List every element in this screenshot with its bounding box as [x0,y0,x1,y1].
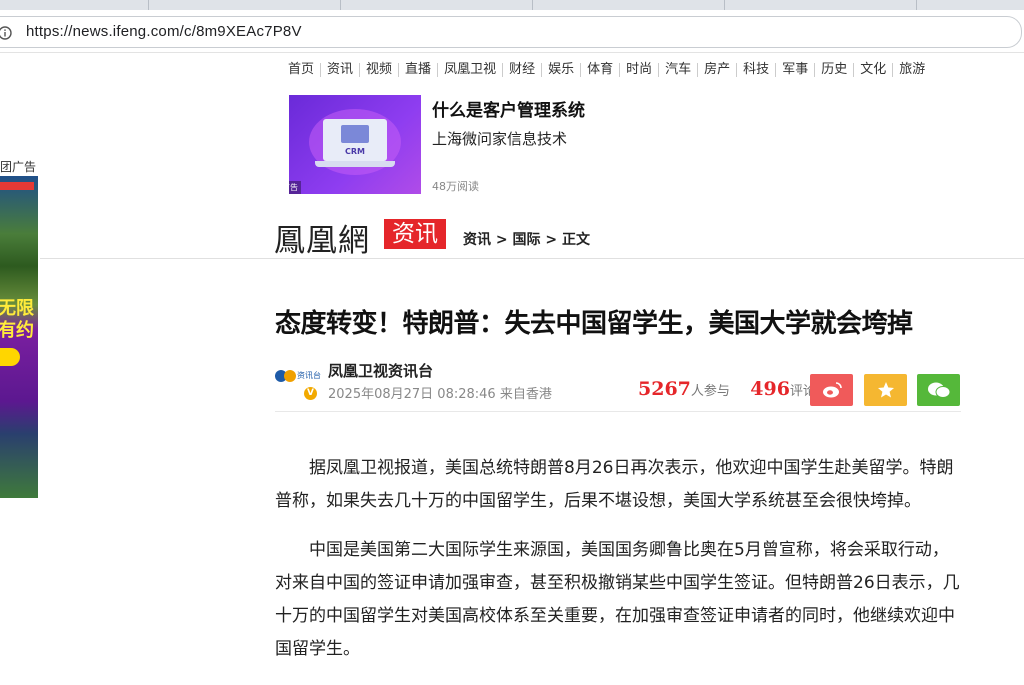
star-icon [877,382,894,398]
channel-logo[interactable]: 资讯 [384,219,446,249]
nav-item[interactable]: 首页 [284,63,320,77]
verified-icon: V [304,387,317,400]
nav-item[interactable]: 旅游 [892,63,931,77]
participant-count[interactable]: 5267 [638,378,691,400]
sponsored-thumbnail[interactable]: CRM 广告 [289,95,421,194]
article-body: 据凤凰卫视报道，美国总统特朗普8月26日再次表示，他欢迎中国学生赴美留学。特朗普… [275,452,963,682]
nav-item[interactable]: 科技 [736,63,775,77]
browser-tab-strip [0,0,1024,10]
meta-divider [275,411,961,412]
chart-icon [341,125,369,143]
address-bar: https://news.ifeng.com/c/8m9XEAc7P8V [0,10,1024,53]
ad-image[interactable]: 无限 有约 [0,176,38,498]
source-name[interactable]: 凤凰卫视资讯台 [328,360,433,381]
nav-item[interactable]: 时尚 [619,63,658,77]
nav-item[interactable]: 军事 [775,63,814,77]
nav-item[interactable]: 文化 [853,63,892,77]
thumb-label: CRM [345,147,365,156]
nav-item[interactable]: 房产 [697,63,736,77]
header-divider [40,258,1024,259]
paragraph: 中国是美国第二大国际学生来源国，美国国务卿鲁比奥在5月曾宣称，将会采取行动，对来… [275,540,960,659]
engagement-stats: 5267人参与 496评论 [638,378,816,400]
weibo-icon [822,382,842,398]
source-logo[interactable]: 资讯台 [275,368,321,384]
paragraph: 据凤凰卫视报道，美国总统特朗普8月26日再次表示，他欢迎中国学生赴美留学。特朗普… [275,458,954,511]
share-wechat-button[interactable] [917,374,960,406]
comment-count[interactable]: 496 [750,378,790,400]
ad-label: 团广告 [0,160,37,174]
ad-button[interactable] [0,348,20,366]
sponsored-read-count: 48万阅读 [432,180,479,193]
ad-badge [0,182,34,190]
participant-label: 人参与 [690,384,730,399]
browser-tab[interactable] [0,0,149,10]
ad-tag: 广告 [289,181,301,194]
logo-mark [284,370,296,382]
top-nav: 首页 资讯 视频 直播 凤凰卫视 财经 娱乐 体育 时尚 汽车 房产 科技 军事 历史 文化 旅游 [284,62,931,82]
browser-tab[interactable] [148,0,341,10]
breadcrumb[interactable]: 资讯 > 国际 > 正文 [463,229,590,249]
nav-item[interactable]: 财经 [502,63,541,77]
sponsored-subtitle: 上海微问家信息技术 [432,130,568,148]
wechat-icon [927,382,950,398]
nav-item[interactable]: 凤凰卫视 [437,63,502,77]
browser-tab[interactable] [340,0,533,10]
share-weibo-button[interactable] [810,374,853,406]
publish-time: 2025年08月27日 08:28:46 来自香港 [328,387,552,402]
nav-item[interactable]: 娱乐 [541,63,580,77]
browser-tab[interactable] [532,0,725,10]
browser-tab[interactable] [724,0,917,10]
nav-item[interactable]: 汽车 [658,63,697,77]
left-side-ad[interactable]: 团广告 无限 有约 [0,158,38,498]
source-logo-text: 资讯台 [297,371,321,380]
ad-text: 无限 有约 [0,298,34,341]
laptop-illustration: CRM [323,119,387,161]
sponsored-title[interactable]: 什么是客户管理系统 [432,96,585,121]
site-info-icon[interactable] [0,26,12,40]
nav-item[interactable]: 体育 [580,63,619,77]
nav-item[interactable]: 资讯 [320,63,359,77]
nav-item[interactable]: 视频 [359,63,398,77]
favorite-button[interactable] [864,374,907,406]
site-logo[interactable]: 鳳凰網 [274,215,370,260]
laptop-base [315,161,395,167]
url-text[interactable]: https://news.ifeng.com/c/8m9XEAc7P8V [26,23,302,40]
nav-item[interactable]: 直播 [398,63,437,77]
article-title: 态度转变！特朗普：失去中国留学生，美国大学就会垮掉 [275,309,913,339]
nav-item[interactable]: 历史 [814,63,853,77]
